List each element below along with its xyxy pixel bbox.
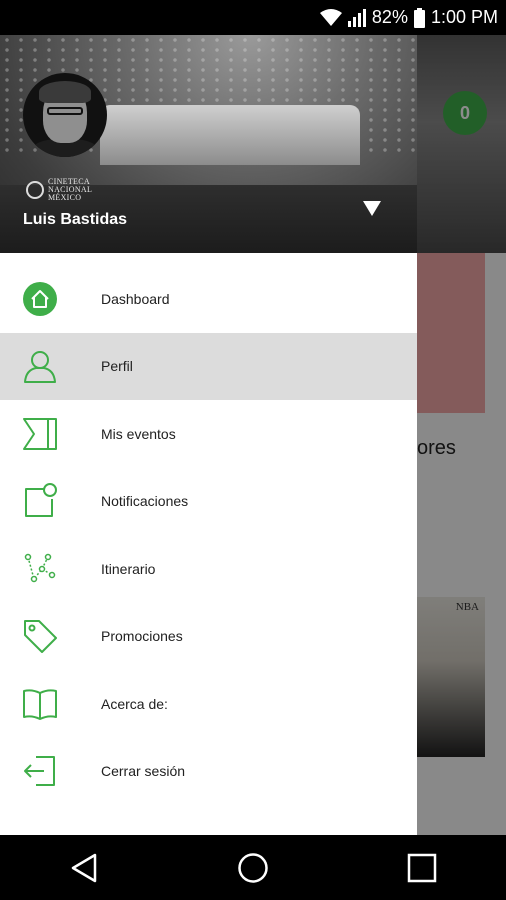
notification-icon — [22, 483, 58, 519]
drawer-menu: Dashboard Perfil Mis eventos Notificacio… — [0, 265, 417, 805]
system-nav-bar — [0, 835, 506, 900]
menu-item-dashboard[interactable]: Dashboard — [0, 265, 417, 333]
home-button[interactable] — [223, 838, 283, 898]
tag-icon — [22, 618, 58, 654]
menu-label: Perfil — [101, 358, 133, 375]
menu-item-promociones[interactable]: Promociones — [0, 603, 417, 671]
wifi-icon — [319, 8, 342, 26]
signal-icon — [347, 8, 366, 27]
account-dropdown-button[interactable] — [361, 198, 383, 218]
menu-label: Itinerario — [101, 560, 156, 577]
route-icon — [22, 551, 58, 587]
menu-label: Mis eventos — [101, 425, 176, 442]
clock: 1:00 PM — [430, 7, 498, 27]
status-icons: 82% 1:00 PM — [319, 0, 498, 35]
home-icon — [22, 281, 58, 317]
menu-item-mis-eventos[interactable]: Mis eventos — [0, 400, 417, 468]
logout-icon — [22, 753, 58, 789]
recents-button[interactable] — [392, 838, 452, 898]
caret-down-icon — [363, 201, 381, 216]
header-building — [100, 105, 360, 165]
menu-label: Dashboard — [101, 290, 170, 307]
logo-mark-icon — [26, 181, 44, 199]
menu-item-notificaciones[interactable]: Notificaciones — [0, 468, 417, 536]
back-button[interactable] — [54, 838, 114, 898]
person-icon — [22, 348, 58, 384]
menu-item-itinerario[interactable]: Itinerario — [0, 535, 417, 603]
status-bar: 82% 1:00 PM — [0, 0, 506, 35]
menu-label: Notificaciones — [101, 493, 189, 510]
cineteca-logo: CINETECA NACIONAL MÉXICO — [26, 178, 92, 202]
book-icon — [22, 686, 58, 722]
home-circle-icon — [238, 852, 268, 883]
menu-label: Acerca de: — [101, 695, 168, 712]
battery-icon — [413, 7, 425, 28]
menu-label: Promociones — [101, 628, 183, 645]
recents-icon — [407, 853, 436, 882]
avatar[interactable] — [23, 73, 107, 157]
menu-label: Cerrar sesión — [101, 763, 186, 780]
back-icon — [72, 853, 97, 882]
menu-item-perfil[interactable]: Perfil — [0, 332, 417, 400]
logo-line: MÉXICO — [48, 193, 82, 202]
menu-item-cerrar-sesion[interactable]: Cerrar sesión — [0, 738, 417, 806]
menu-item-acerca-de[interactable]: Acerca de: — [0, 670, 417, 738]
user-name: Luis Bastidas — [23, 211, 128, 228]
battery-percent: 82% — [371, 7, 408, 27]
navigation-drawer: CINETECA NACIONAL MÉXICO Luis Bastidas D… — [0, 35, 417, 835]
drawer-header: CINETECA NACIONAL MÉXICO Luis Bastidas — [0, 35, 417, 253]
ticket-icon — [22, 416, 58, 452]
